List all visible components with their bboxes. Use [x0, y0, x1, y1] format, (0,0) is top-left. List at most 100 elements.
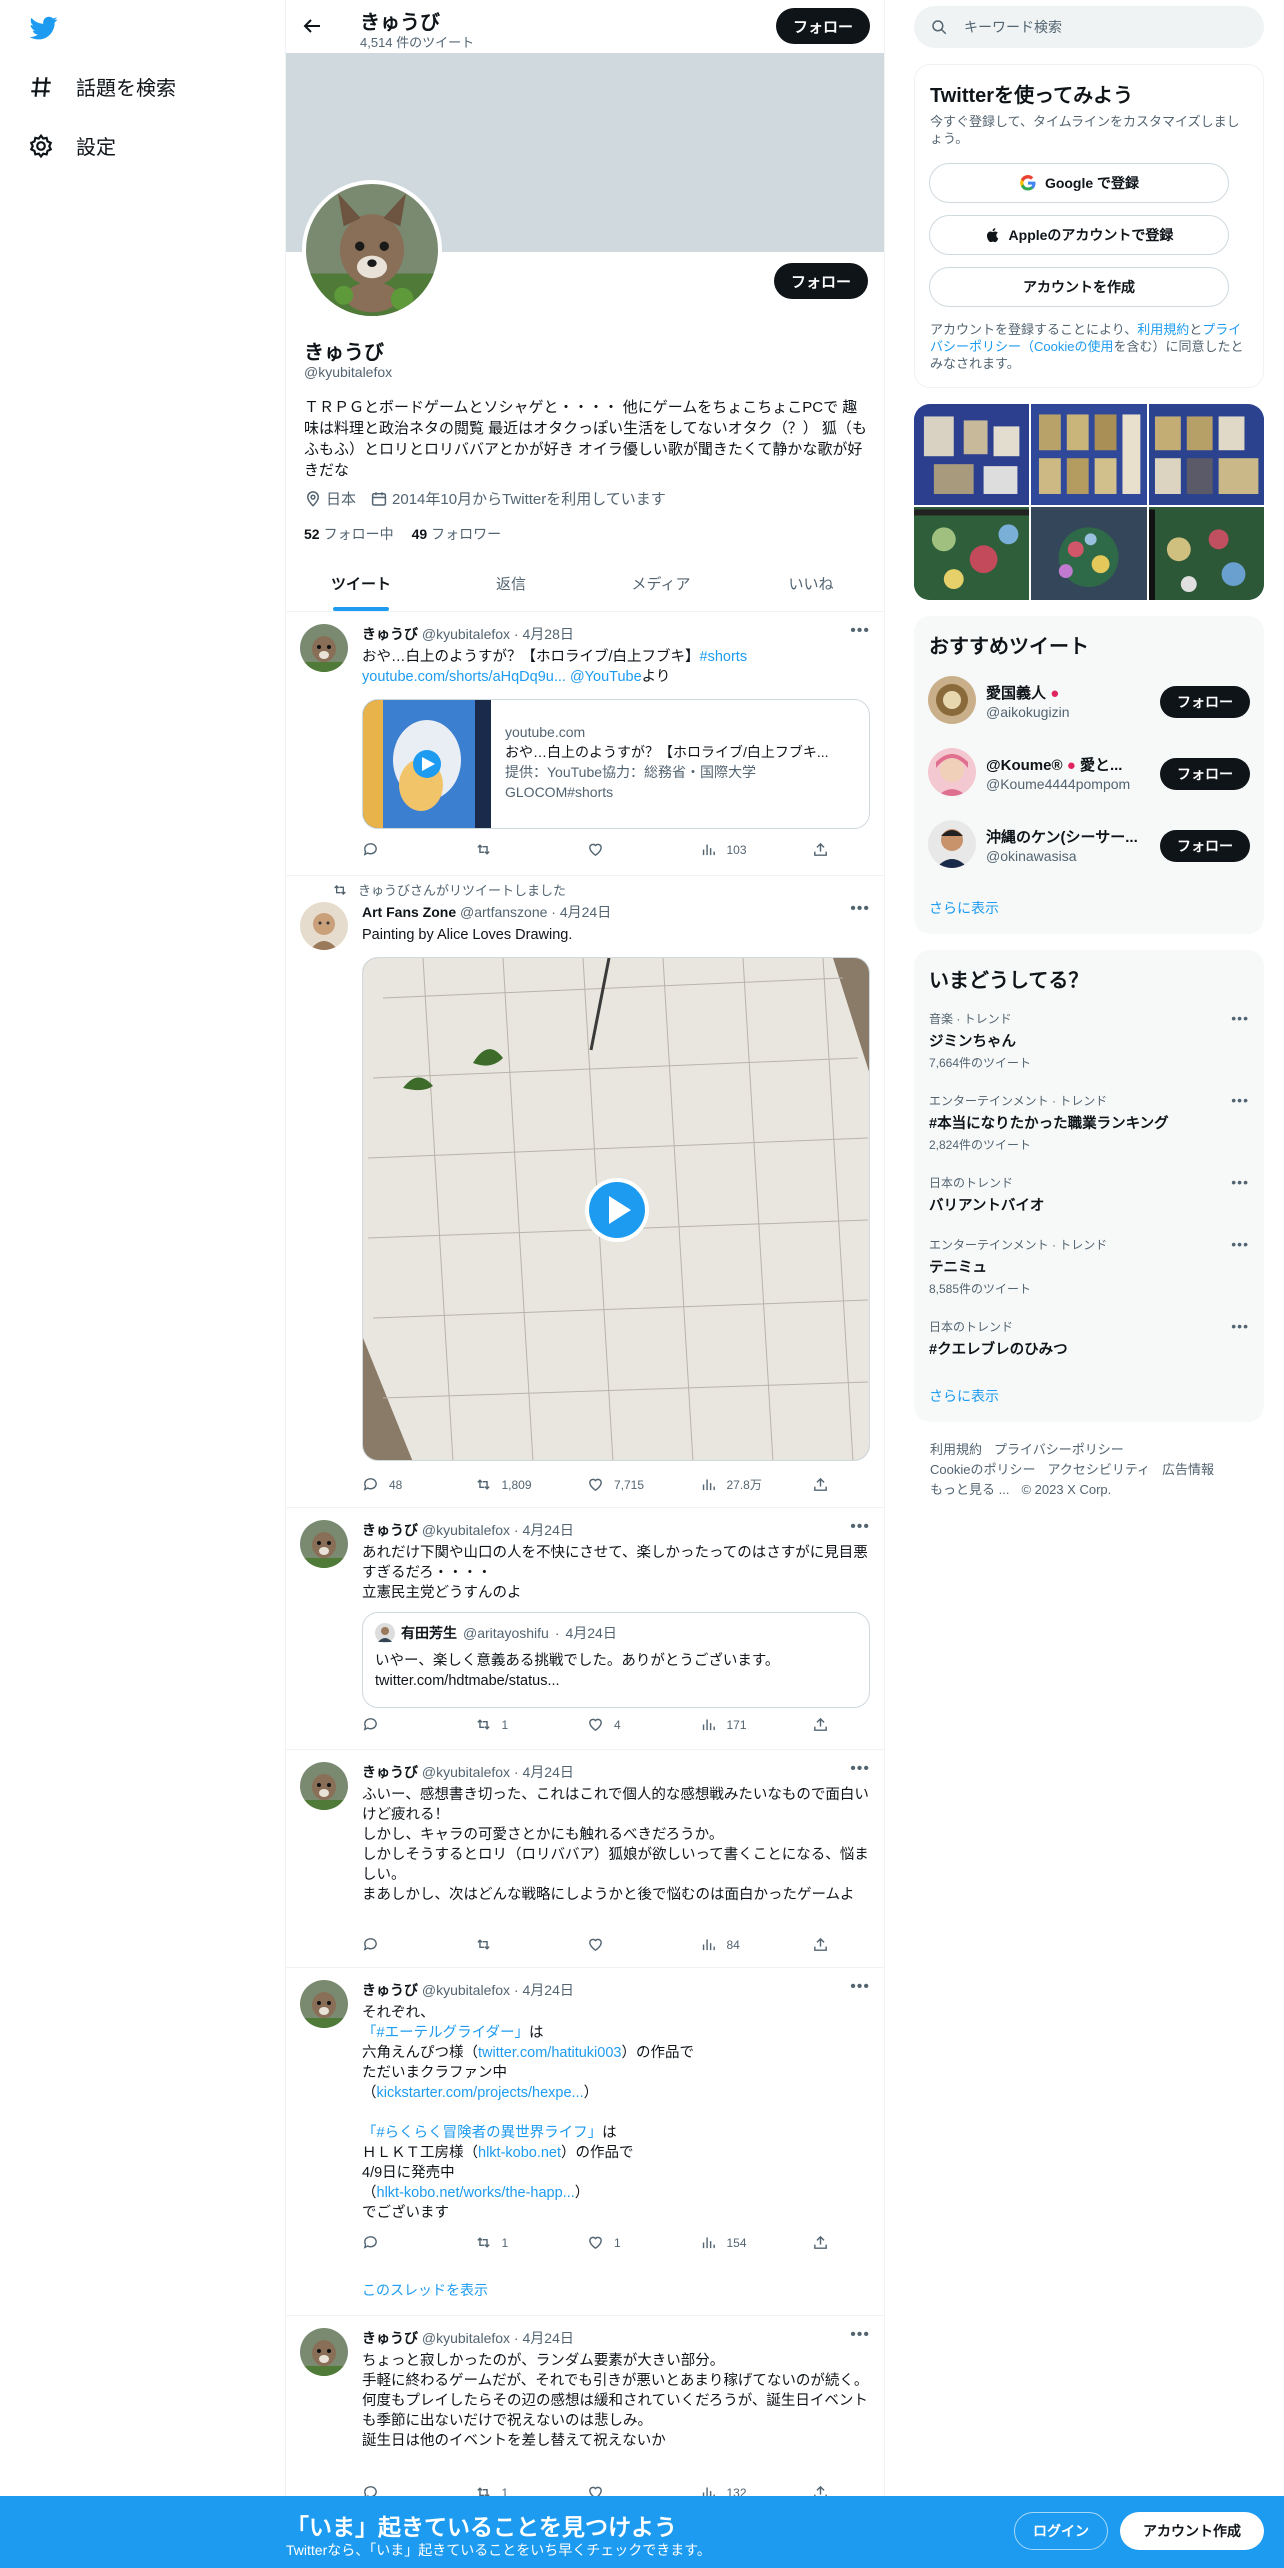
media-thumbnail[interactable] — [1148, 404, 1264, 506]
tweet-handle[interactable]: @kyubitalefox — [422, 626, 510, 642]
profile-avatar[interactable] — [302, 180, 442, 320]
show-thread-link[interactable]: このスレッドを表示 — [362, 2280, 488, 2300]
back-arrow-icon[interactable] — [300, 14, 324, 38]
share-button[interactable] — [812, 841, 842, 858]
trend-item[interactable]: 音楽 · トレンド ジミンちゃん 7,664件のツイート ••• — [929, 1010, 1249, 1071]
recommended-user[interactable]: @Koume® ● 愛と... @Koume4444pompom フォロー — [928, 748, 1250, 802]
media-thumbnail[interactable] — [1148, 507, 1264, 600]
signup-button[interactable]: アカウント作成 — [1120, 2512, 1264, 2550]
media-thumbnail[interactable] — [1031, 404, 1147, 506]
url-link[interactable]: hlkt-kobo.net — [478, 2145, 561, 2161]
retweet-button[interactable]: 1 — [475, 1716, 575, 1733]
like-button[interactable] — [587, 841, 687, 858]
tab-likes[interactable]: いいね — [736, 556, 884, 611]
followers-link[interactable]: 49 フォロワー — [412, 524, 502, 544]
footer-privacy-link[interactable]: プライバシーポリシー — [994, 1442, 1124, 1457]
twitter-logo-icon[interactable] — [28, 14, 60, 42]
tweet-avatar[interactable] — [300, 624, 348, 672]
tweet-avatar[interactable] — [300, 1762, 348, 1810]
more-options-icon[interactable]: ••• — [1231, 1174, 1249, 1190]
header-follow-button[interactable]: フォロー — [776, 8, 870, 44]
google-signup-button[interactable]: Google で登録 — [929, 163, 1229, 203]
tweet-handle[interactable]: @kyubitalefox — [422, 2330, 510, 2346]
views-button[interactable]: 84 — [700, 1936, 800, 1953]
footer-ads-link[interactable]: 広告情報 — [1162, 1462, 1214, 1477]
tweet-date[interactable]: 4月24日 — [560, 904, 611, 920]
more-options-icon[interactable]: ••• — [1231, 1092, 1249, 1108]
footer-cookie-link[interactable]: Cookieのポリシー — [930, 1462, 1035, 1477]
tweet-author[interactable]: きゅうび — [362, 1982, 418, 1998]
tab-replies[interactable]: 返信 — [436, 556, 586, 611]
more-options-icon[interactable]: ••• — [1231, 1236, 1249, 1252]
profile-follow-button[interactable]: フォロー — [774, 263, 868, 299]
footer-more-link[interactable]: もっと見る ... — [930, 1482, 1009, 1497]
like-button[interactable]: 1 — [587, 2234, 687, 2251]
reply-button[interactable] — [362, 1716, 462, 1733]
hashtag-link[interactable]: #shorts — [700, 649, 748, 665]
more-options-icon[interactable]: ••• — [850, 900, 870, 918]
views-button[interactable]: 103 — [700, 841, 800, 858]
link-card[interactable]: youtube.com おや…白上のようすが？【ホロライブ/白上フブキ... 提… — [362, 699, 870, 829]
recommended-user[interactable]: 愛国義人 ● @aikokugizin フォロー — [928, 676, 1250, 730]
url-link[interactable]: twitter.com/hatituki003 — [478, 2045, 621, 2061]
user-avatar[interactable] — [928, 820, 976, 868]
login-button[interactable]: ログイン — [1014, 2512, 1108, 2550]
tweet-author[interactable]: きゅうび — [362, 2330, 418, 2346]
more-options-icon[interactable]: ••• — [850, 622, 870, 640]
tweet-handle[interactable]: @artfanszone — [460, 904, 547, 920]
url-link[interactable]: hlkt-kobo.net/works/the-happ... — [377, 2185, 575, 2201]
more-options-icon[interactable]: ••• — [850, 1518, 870, 1536]
like-button[interactable]: 4 — [587, 1716, 687, 1733]
tweet[interactable]: きゅうび @kyubitalefox · 4月24日 あれだけ下関や山口の人を不… — [286, 1508, 884, 1750]
tweet-video[interactable] — [362, 957, 870, 1461]
follow-button[interactable]: フォロー — [1160, 686, 1250, 718]
tweet-handle[interactable]: @kyubitalefox — [422, 1764, 510, 1780]
tweet-avatar[interactable] — [300, 902, 348, 950]
share-button[interactable] — [812, 2234, 842, 2251]
follow-button[interactable]: フォロー — [1160, 758, 1250, 790]
following-link[interactable]: 52 フォロー中 — [304, 524, 394, 544]
user-avatar[interactable] — [928, 676, 976, 724]
share-button[interactable] — [812, 1716, 842, 1733]
hashtag-link[interactable]: 「#らくらく冒険者の異世界ライフ」 — [362, 2125, 602, 2141]
follow-button[interactable]: フォロー — [1160, 830, 1250, 862]
tweet-avatar[interactable] — [300, 1980, 348, 2028]
tweet-avatar[interactable] — [300, 2328, 348, 2376]
terms-link[interactable]: 利用規約 — [1137, 322, 1189, 337]
tweet-author[interactable]: きゅうび — [362, 626, 418, 642]
reply-button[interactable]: 48 — [362, 1476, 462, 1493]
tweet[interactable]: きゅうびさんがリツイートしました Art Fans Zone @artfansz… — [286, 876, 884, 1508]
nav-settings[interactable]: 設定 — [28, 131, 116, 160]
views-button[interactable]: 154 — [700, 2234, 800, 2251]
tweet-date[interactable]: 4月24日 — [523, 1764, 574, 1780]
tweet-handle[interactable]: @kyubitalefox — [422, 1982, 510, 1998]
nav-explore[interactable]: 話題を検索 — [28, 72, 176, 101]
like-button[interactable] — [587, 1936, 687, 1953]
more-options-icon[interactable]: ••• — [1231, 1318, 1249, 1334]
trend-item[interactable]: エンターテインメント · トレンド #本当になりたかった職業ランキング 2,82… — [929, 1092, 1249, 1153]
media-thumbnail[interactable] — [914, 507, 1030, 600]
reply-button[interactable] — [362, 841, 462, 858]
user-avatar[interactable] — [928, 748, 976, 796]
share-button[interactable] — [812, 1936, 842, 1953]
share-button[interactable] — [812, 1476, 842, 1493]
views-button[interactable]: 171 — [700, 1716, 800, 1733]
media-thumbnail[interactable] — [1031, 507, 1147, 600]
retweet-button[interactable]: 1,809 — [475, 1476, 575, 1493]
reply-button[interactable] — [362, 2234, 462, 2251]
trend-item[interactable]: 日本のトレンド バリアントバイオ ••• — [929, 1174, 1249, 1215]
hashtag-link[interactable]: 「#エーテルグライダー」 — [362, 2025, 529, 2041]
tweet-date[interactable]: 4月28日 — [523, 626, 574, 642]
url-link[interactable]: kickstarter.com/projects/hexpe... — [377, 2085, 584, 2101]
tweet[interactable]: きゅうび @kyubitalefox · 4月24日 それぞれ、 「#エーテルグ… — [286, 1968, 884, 2316]
tweet-handle[interactable]: @kyubitalefox — [422, 1522, 510, 1538]
tweet-date[interactable]: 4月24日 — [523, 2330, 574, 2346]
retweet-button[interactable]: 1 — [475, 2234, 575, 2251]
tweet-author[interactable]: Art Fans Zone — [362, 904, 456, 920]
quoted-tweet[interactable]: 有田芳生 @aritayoshifu · 4月24日 いやー、楽しく意義ある挑戦… — [362, 1612, 870, 1708]
footer-terms-link[interactable]: 利用規約 — [930, 1442, 982, 1457]
apple-signup-button[interactable]: Appleのアカウントで登録 — [929, 215, 1229, 255]
create-account-button[interactable]: アカウントを作成 — [929, 267, 1229, 307]
search-bar[interactable]: キーワード検索 — [914, 6, 1264, 48]
tweet-author[interactable]: きゅうび — [362, 1522, 418, 1538]
